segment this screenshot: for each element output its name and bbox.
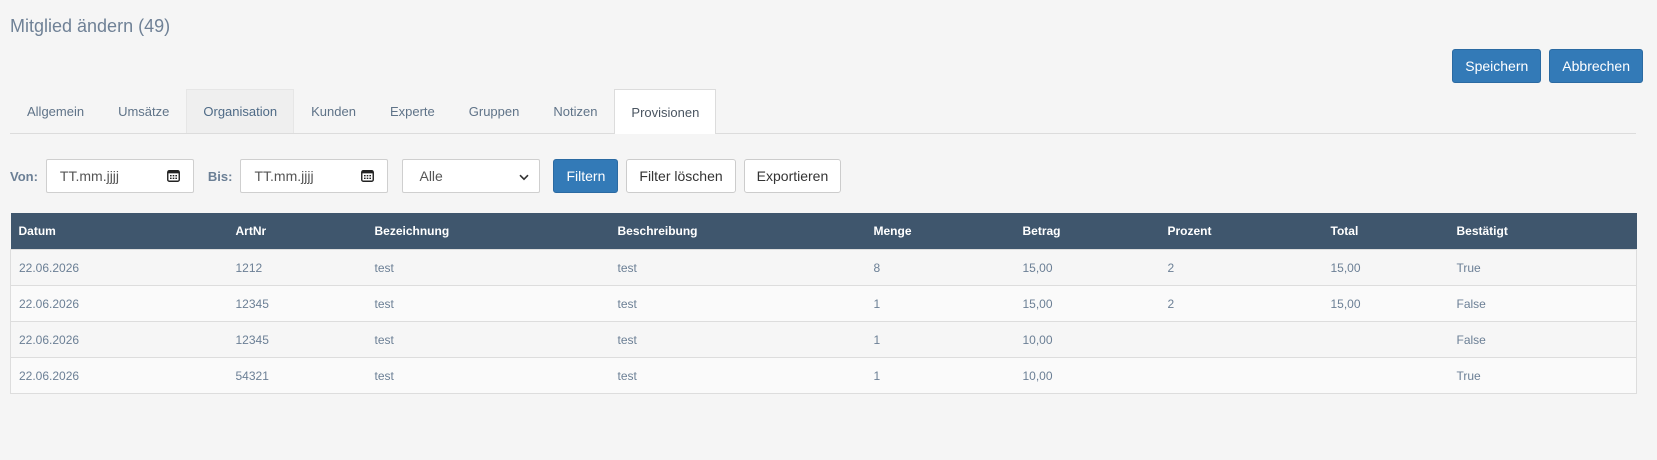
- calendar-icon[interactable]: [166, 169, 180, 185]
- tab-kunden[interactable]: Kunden: [294, 89, 373, 133]
- cell-bezeichnung: test: [366, 357, 610, 394]
- cell-artnr: 1212: [227, 249, 367, 286]
- column-header-beschreibung[interactable]: Beschreibung: [609, 213, 866, 250]
- column-header-total[interactable]: Total: [1322, 213, 1449, 250]
- column-header-betrag[interactable]: Betrag: [1014, 213, 1160, 250]
- from-date-placeholder: TT.mm.jjjj: [59, 168, 120, 184]
- cell-datum: 22.06.2026: [10, 357, 228, 394]
- cell-bezeichnung: test: [366, 321, 610, 358]
- column-header-menge[interactable]: Menge: [865, 213, 1015, 250]
- tab-notizen[interactable]: Notizen: [536, 89, 614, 133]
- tab-allgemein[interactable]: Allgemein: [10, 89, 101, 133]
- calendar-icon[interactable]: [361, 169, 375, 185]
- to-label: Bis:: [207, 168, 233, 184]
- column-header-bestaetigt[interactable]: Bestätigt: [1448, 213, 1637, 250]
- table-row[interactable]: 22.06.2026 1212 test test 8 15,00 2 15,0…: [10, 249, 1637, 286]
- cell-prozent: [1159, 321, 1323, 358]
- clear-filter-button[interactable]: Filter löschen: [626, 159, 736, 193]
- cell-bezeichnung: test: [366, 285, 610, 322]
- table-row[interactable]: 22.06.2026 54321 test test 1 10,00 True: [10, 357, 1637, 394]
- tab-organisation[interactable]: Organisation: [186, 89, 295, 133]
- page-title: Mitglied ändern (49): [10, 16, 171, 36]
- cell-menge: 1: [865, 357, 1015, 394]
- top-actions: Speichern Abbrechen: [1452, 49, 1643, 83]
- cell-bestaetigt: True: [1448, 249, 1637, 286]
- cell-total: 15,00: [1322, 249, 1449, 286]
- save-button[interactable]: Speichern: [1452, 49, 1542, 83]
- cell-betrag: 10,00: [1014, 321, 1160, 358]
- cell-datum: 22.06.2026: [10, 285, 228, 322]
- tab-bar: Allgemein Umsätze Organisation Kunden Ex…: [10, 89, 1636, 134]
- cell-beschreibung: test: [609, 249, 866, 286]
- cancel-button[interactable]: Abbrechen: [1549, 49, 1643, 83]
- table-row[interactable]: 22.06.2026 12345 test test 1 10,00 False: [10, 321, 1637, 358]
- tab-provisionen[interactable]: Provisionen: [614, 89, 717, 134]
- commissions-table: Datum ArtNr Bezeichnung Beschreibung Men…: [10, 213, 1637, 394]
- table-header-row: Datum ArtNr Bezeichnung Beschreibung Men…: [10, 213, 1637, 250]
- cell-total: [1322, 357, 1449, 394]
- export-button[interactable]: Exportieren: [743, 159, 842, 193]
- to-date-input[interactable]: TT.mm.jjjj: [240, 159, 389, 193]
- cell-betrag: 15,00: [1014, 249, 1160, 286]
- cell-prozent: 2: [1159, 285, 1323, 322]
- cell-datum: 22.06.2026: [10, 321, 228, 358]
- status-select[interactable]: Alle: [402, 159, 541, 193]
- cell-total: 15,00: [1322, 285, 1449, 322]
- tab-gruppen[interactable]: Gruppen: [452, 89, 537, 133]
- cell-bestaetigt: False: [1448, 285, 1637, 322]
- cell-artnr: 12345: [227, 321, 367, 358]
- filter-bar: Von: TT.mm.jjjj Bis: TT.mm.jjjj Alle Fil…: [10, 159, 849, 193]
- cell-betrag: 10,00: [1014, 357, 1160, 394]
- cell-betrag: 15,00: [1014, 285, 1160, 322]
- column-header-bezeichnung[interactable]: Bezeichnung: [366, 213, 610, 250]
- tab-experte[interactable]: Experte: [373, 89, 452, 133]
- status-select-value: Alle: [419, 168, 443, 184]
- filter-button[interactable]: Filtern: [553, 159, 619, 193]
- cell-artnr: 54321: [227, 357, 367, 394]
- cell-artnr: 12345: [227, 285, 367, 322]
- cell-bezeichnung: test: [366, 249, 610, 286]
- chevron-down-icon: [519, 168, 530, 184]
- cell-beschreibung: test: [609, 357, 866, 394]
- cell-beschreibung: test: [609, 321, 866, 358]
- cell-bestaetigt: False: [1448, 321, 1637, 358]
- from-label: Von:: [10, 168, 38, 184]
- cell-menge: 1: [865, 285, 1015, 322]
- table-row[interactable]: 22.06.2026 12345 test test 1 15,00 2 15,…: [10, 285, 1637, 322]
- cell-menge: 1: [865, 321, 1015, 358]
- column-header-artnr[interactable]: ArtNr: [227, 213, 367, 250]
- cell-prozent: 2: [1159, 249, 1323, 286]
- tab-umsaetze[interactable]: Umsätze: [101, 89, 186, 133]
- cell-beschreibung: test: [609, 285, 866, 322]
- to-date-placeholder: TT.mm.jjjj: [254, 168, 314, 184]
- from-date-input[interactable]: TT.mm.jjjj: [45, 159, 194, 193]
- column-header-prozent[interactable]: Prozent: [1159, 213, 1323, 250]
- cell-total: [1322, 321, 1449, 358]
- cell-menge: 8: [865, 249, 1015, 286]
- cell-prozent: [1159, 357, 1323, 394]
- cell-bestaetigt: True: [1448, 357, 1637, 394]
- cell-datum: 22.06.2026: [10, 249, 228, 286]
- column-header-datum[interactable]: Datum: [10, 213, 228, 250]
